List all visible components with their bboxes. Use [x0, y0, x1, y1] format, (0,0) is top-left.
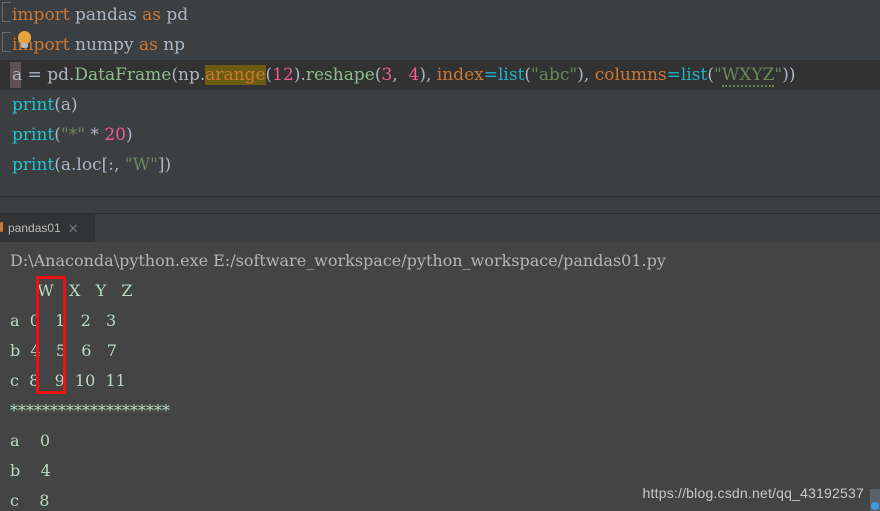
token-paren: ),	[419, 65, 437, 85]
token-as: as	[138, 35, 158, 55]
tool-window-strip	[0, 197, 880, 214]
token-print: print	[12, 95, 55, 115]
token-paren: ))	[782, 65, 796, 85]
lightbulb-base	[21, 43, 28, 48]
series-line: a 0	[10, 431, 51, 450]
token-string-wxyz: WXYZ	[721, 65, 775, 87]
code-editor[interactable]: import pandas as pd import numpy as np a…	[0, 0, 880, 196]
token-as: as	[142, 5, 162, 25]
token-string-star: "*"	[60, 125, 86, 145]
token-arange-highlighted: arange	[205, 65, 266, 85]
fold-marker-icon[interactable]	[2, 2, 11, 22]
run-tab-row[interactable]: pandas01 ✕	[0, 214, 880, 242]
separator-line: ********************	[10, 401, 170, 420]
token-paren: ])	[157, 155, 172, 175]
code-line-4[interactable]: print(a)	[12, 90, 78, 120]
token-number-12: 12	[272, 65, 294, 85]
token-assign: =	[22, 65, 48, 85]
token-comma: ,	[392, 65, 409, 85]
red-annotation-box	[36, 276, 66, 394]
series-line: b 4	[10, 461, 51, 480]
token-string-abc: "abc"	[531, 65, 578, 85]
token-paren: ),	[577, 65, 595, 85]
pycharm-window: import pandas as pd import numpy as np a…	[0, 0, 880, 511]
token-number-4: 4	[408, 65, 420, 85]
run-tab-pandas01[interactable]: pandas01 ✕	[0, 214, 95, 242]
run-console[interactable]: D:\Anaconda\python.exe E:/software_works…	[0, 242, 880, 511]
token-equals: =	[483, 65, 498, 85]
token-reshape: reshape	[305, 65, 375, 85]
code-line-2[interactable]: import numpy as np	[12, 30, 185, 60]
token-alias: np	[157, 35, 186, 55]
token-list: list	[497, 65, 525, 85]
scrollbar-corner	[870, 489, 880, 511]
run-tab-label: pandas01	[8, 221, 61, 235]
token-module: pandas	[69, 5, 143, 25]
token-print-args: (a)	[54, 95, 78, 115]
token-print: print	[12, 155, 55, 175]
token-print: print	[12, 125, 55, 145]
token-paren: (	[171, 65, 178, 85]
close-icon[interactable]: ✕	[68, 222, 79, 235]
token-paren: (	[707, 65, 714, 85]
token-paren: (	[54, 155, 61, 175]
token-kwarg-columns: columns	[594, 65, 667, 85]
code-line-6[interactable]: print(a.loc[:, "W"])	[12, 150, 171, 180]
run-tab-accent	[0, 222, 3, 232]
fold-marker-icon[interactable]	[2, 32, 11, 52]
status-dot-icon	[871, 502, 879, 510]
watermark-text: https://blog.csdn.net/qq_43192537	[642, 485, 864, 501]
token-module: numpy	[69, 35, 139, 55]
code-line-3[interactable]: a = pd.DataFrame(np.arange(12).reshape(3…	[12, 60, 796, 90]
console-command-line: D:\Anaconda\python.exe E:/software_works…	[10, 251, 666, 270]
token-number-3: 3	[381, 65, 393, 85]
token-alias: pd	[161, 5, 189, 25]
token-np: np.	[178, 65, 206, 85]
token-paren: )	[125, 125, 133, 145]
lightbulb-icon[interactable]	[16, 31, 33, 50]
series-line: c 8	[10, 491, 50, 510]
token-paren: (	[54, 125, 61, 145]
token-pd: pd.	[47, 65, 75, 85]
code-line-1[interactable]: import pandas as pd	[12, 0, 188, 30]
dataframe-row: c 8 9 10 11	[10, 371, 126, 390]
token-loc-access: a.loc[:,	[60, 155, 125, 175]
token-kwarg-index: index	[436, 65, 484, 85]
code-line-5[interactable]: print("*" * 20)	[12, 120, 133, 150]
editor-gutter[interactable]	[0, 0, 12, 196]
token-paren: ).	[293, 65, 306, 85]
token-equals: =	[666, 65, 681, 85]
token-import: import	[12, 5, 70, 25]
token-list: list	[680, 65, 708, 85]
token-quote: "	[713, 65, 722, 85]
token-string-w: "W"	[124, 155, 158, 175]
token-number-20: 20	[104, 125, 126, 145]
token-operator-mul: *	[85, 125, 105, 145]
token-dataframe: DataFrame	[74, 65, 172, 85]
token-variable-a: a	[12, 65, 23, 85]
